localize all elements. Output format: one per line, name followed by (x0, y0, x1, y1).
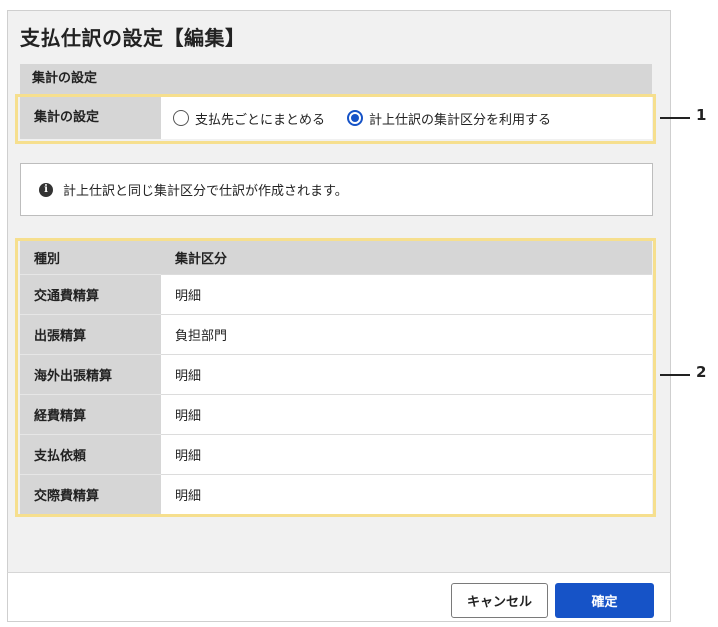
row-category: 明細 (161, 474, 652, 514)
column-header-type: 種別 (20, 240, 161, 275)
radio-per-payee[interactable]: 支払先ごとにまとめる (173, 109, 325, 128)
confirm-button[interactable]: 確定 (555, 583, 654, 618)
radio-per-payee-label: 支払先ごとにまとめる (195, 112, 326, 128)
table-row: 海外出張精算 明細 (20, 354, 652, 395)
info-message: i 計上仕訳と同じ集計区分で仕訳が作成されます。 (20, 163, 653, 216)
row-type: 交際費精算 (20, 474, 161, 514)
section-header: 集計の設定 (20, 64, 652, 94)
radio-use-accrual-category[interactable]: 計上仕訳の集計区分を利用する (347, 109, 551, 128)
row-type: 交通費精算 (20, 274, 161, 315)
info-text: 計上仕訳と同じ集計区分で仕訳が作成されます。 (63, 184, 348, 199)
info-icon: i (39, 182, 53, 197)
row-category: 明細 (161, 274, 652, 315)
dialog-title: 支払仕訳の設定【編集】 (20, 26, 246, 50)
table-row: 交際費精算 明細 (20, 474, 652, 514)
table-row: 支払依頼 明細 (20, 434, 652, 475)
callout-number-1: 1 (696, 106, 707, 124)
radio-use-accrual-category-label: 計上仕訳の集計区分を利用する (369, 112, 552, 128)
row-type: 海外出張精算 (20, 354, 161, 395)
column-header-category: 集計区分 (161, 240, 652, 275)
table-header-row: 種別 集計区分 (20, 240, 652, 275)
radio-unchecked-icon[interactable] (173, 110, 189, 126)
row-category: 明細 (161, 434, 652, 475)
row-type: 出張精算 (20, 314, 161, 355)
aggregation-setting-label: 集計の設定 (20, 97, 161, 139)
cancel-button[interactable]: キャンセル (451, 583, 548, 618)
aggregation-options: 支払先ごとにまとめる 計上仕訳の集計区分を利用する (161, 97, 652, 139)
category-table: 種別 集計区分 交通費精算 明細 出張精算 負担部門 海外出張精算 明細 経費精… (20, 240, 652, 514)
table-row: 交通費精算 明細 (20, 274, 652, 315)
table-row: 経費精算 明細 (20, 394, 652, 435)
radio-checked-icon[interactable] (347, 110, 364, 126)
aggregation-setting-row: 集計の設定 支払先ごとにまとめる 計上仕訳の集計区分を利用する (20, 97, 652, 139)
row-type: 支払依頼 (20, 434, 161, 475)
callout-number-2: 2 (696, 363, 707, 381)
row-category: 負担部門 (161, 314, 652, 355)
callout-line-1 (660, 117, 690, 119)
row-category: 明細 (161, 354, 652, 395)
callout-line-2 (660, 374, 690, 376)
row-type: 経費精算 (20, 394, 161, 435)
table-row: 出張精算 負担部門 (20, 314, 652, 355)
row-category: 明細 (161, 394, 652, 435)
dialog-footer: キャンセル 確定 (7, 572, 671, 622)
